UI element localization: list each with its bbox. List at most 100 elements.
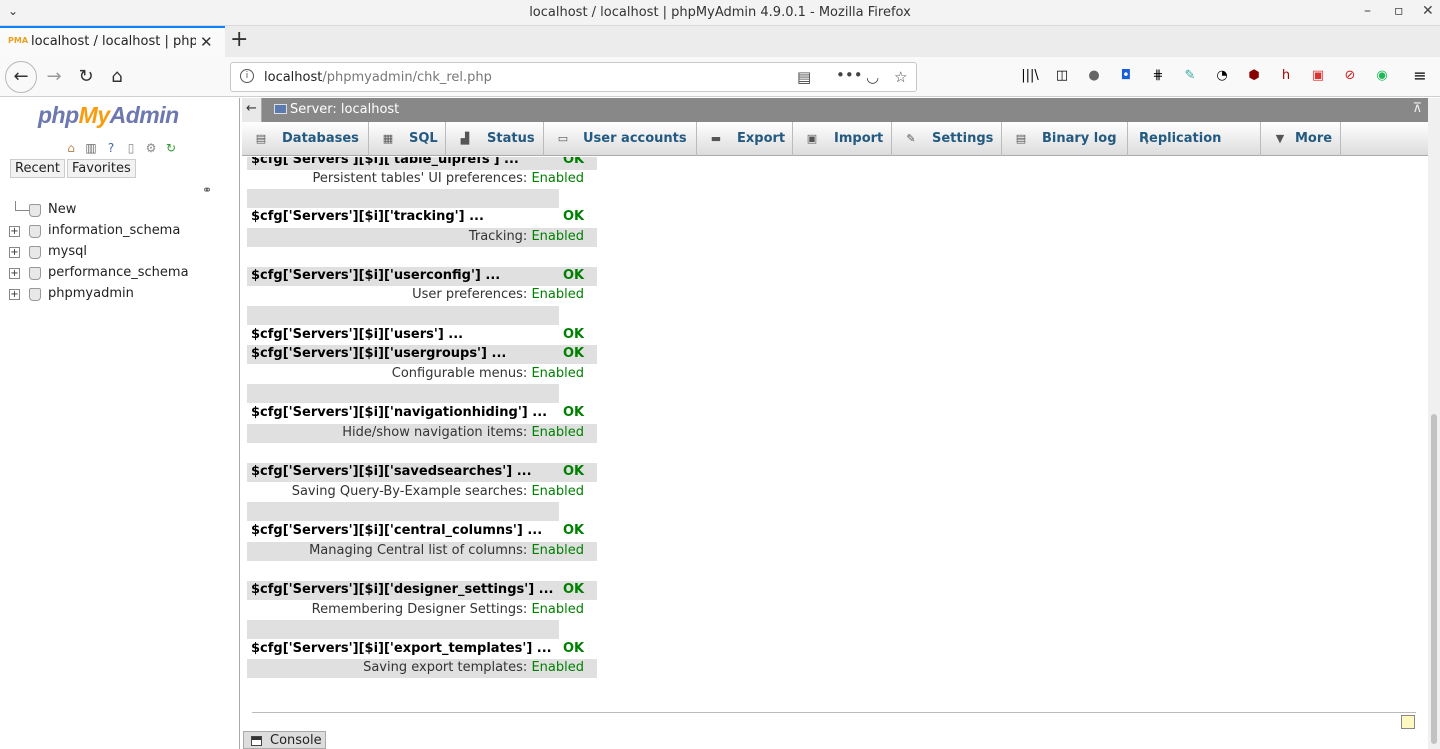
phpmyadmin-logo[interactable]: phpMyAdmin (38, 102, 179, 129)
feature-description: Remembering Designer Settings: Enabled (311, 602, 584, 617)
scrollbar-thumb[interactable] (1431, 414, 1437, 744)
hamburger-menu-icon[interactable]: ≡ (1411, 67, 1429, 85)
forward-icon[interactable]: → (40, 63, 68, 91)
new-tab-button[interactable]: + (230, 27, 248, 52)
reload-navigation-icon[interactable]: ↻ (163, 140, 179, 156)
close-window-icon[interactable]: ✕ (1422, 3, 1434, 19)
spacer-row (247, 384, 559, 403)
extension-grid-icon[interactable]: ⋕ (1149, 67, 1167, 85)
extension-gauge-icon[interactable]: ◔ (1213, 67, 1231, 85)
config-key: $cfg['Servers'][$i]['usergroups'] ... (251, 346, 507, 361)
status-icon: ▟ (460, 132, 470, 145)
tab-import[interactable]: ▣ Import (793, 122, 892, 156)
screenshot-icon[interactable]: ▣ (1309, 67, 1327, 85)
page-actions-more-icon[interactable]: ••• (836, 66, 863, 84)
tab-replication[interactable]: ¦ Replication (1128, 122, 1261, 156)
link-with-main-panel-icon[interactable]: ⚭ (202, 183, 212, 197)
feature-description: Saving Query-By-Example searches: Enable… (291, 484, 584, 499)
site-info-icon[interactable]: i (240, 69, 254, 83)
check-row: $cfg['Servers'][$i]['export_templates'] … (247, 640, 597, 659)
library-icon[interactable]: |||\ (1021, 67, 1039, 85)
expand-icon[interactable]: + (9, 268, 20, 279)
expand-icon[interactable]: + (9, 247, 20, 258)
ublock-icon[interactable]: ⬢ (1245, 67, 1263, 85)
check-description-row: Saving export templates: Enabled (247, 659, 597, 678)
tab-binary-log[interactable]: ▤ Binary log (1002, 122, 1128, 156)
grammarly-icon[interactable]: ◉ (1373, 67, 1391, 85)
reader-view-icon[interactable]: ▤ (797, 68, 811, 86)
favorite-tables-button[interactable]: Favorites (67, 159, 136, 178)
home-icon[interactable]: ⌂ (63, 140, 79, 156)
check-row: $cfg['Servers'][$i]['tracking'] ... OK (247, 208, 597, 227)
config-key: $cfg['Servers'][$i]['tracking'] ... (251, 209, 484, 224)
tab-more[interactable]: ▼ More (1261, 122, 1341, 156)
tree-item-label[interactable]: performance_schema (48, 265, 189, 280)
new-database-icon (29, 204, 41, 217)
database-icon (29, 267, 41, 280)
check-row: $cfg['Servers'][$i]['users'] ... OK (247, 326, 597, 345)
expand-icon[interactable]: + (9, 226, 20, 237)
tree-item-label[interactable]: phpmyadmin (48, 286, 134, 301)
check-row: $cfg['Servers'][$i]['central_columns'] .… (247, 522, 597, 541)
check-row: $cfg['Servers'][$i]['designer_settings']… (247, 581, 597, 600)
collapse-navigation-icon[interactable]: ← (242, 98, 262, 122)
reload-icon[interactable]: ↻ (72, 63, 100, 91)
check-description-row: Tracking: Enabled (247, 228, 597, 247)
extension-block-icon[interactable]: ⊘ (1341, 67, 1359, 85)
tree-item-label[interactable]: New (48, 202, 76, 217)
tab-sql[interactable]: ▦ SQL (369, 122, 446, 156)
config-key: $cfg['Servers'][$i]['central_columns'] .… (251, 523, 543, 538)
url-text[interactable]: localhost/phpmyadmin/chk_rel.php (264, 70, 492, 85)
collapse-topmenu-icon[interactable]: ⊼ (1412, 101, 1422, 116)
page-scrollbar[interactable] (1428, 98, 1440, 749)
tree-item-new[interactable]: New (0, 201, 240, 222)
browser-tab[interactable]: PMA localhost / localhost | phpMyAdmin ✕ (0, 26, 225, 57)
back-icon[interactable]: ← (5, 61, 37, 93)
bookmark-star-icon[interactable]: ☆ (894, 68, 907, 86)
config-key: $cfg['Servers'][$i]['table_uiprefs'] ... (251, 157, 519, 167)
server-icon (274, 104, 287, 114)
check-description-row: Managing Central list of columns: Enable… (247, 542, 597, 561)
recent-tables-button[interactable]: Recent (10, 159, 65, 178)
tab-settings[interactable]: ✎ Settings (892, 122, 1002, 156)
tab-user-accounts[interactable]: ▭ User accounts (544, 122, 697, 156)
home-icon[interactable]: ⌂ (103, 63, 131, 91)
tab-status[interactable]: ▟ Status (446, 122, 544, 156)
tree-item-performance-schema[interactable]: + performance_schema (0, 264, 240, 285)
tree-connector (15, 201, 29, 211)
settings-gear-icon[interactable]: ⚙ (143, 140, 159, 156)
tree-item-label[interactable]: mysql (48, 244, 87, 259)
tree-item-label[interactable]: information_schema (48, 223, 180, 238)
check-description-row: Remembering Designer Settings: Enabled (247, 601, 597, 620)
export-icon: ▬ (710, 132, 722, 145)
tab-close-icon[interactable]: ✕ (200, 33, 213, 51)
expand-icon[interactable]: + (9, 289, 20, 300)
tab-databases[interactable]: ▤ Databases (242, 122, 369, 156)
minimize-icon[interactable]: – (1364, 3, 1371, 19)
pma-favicon-icon: PMA (8, 36, 29, 45)
extension-h-icon[interactable]: h (1277, 67, 1295, 85)
import-icon: ▣ (806, 132, 818, 145)
divider (252, 712, 1416, 713)
bitwarden-icon[interactable]: ◘ (1117, 67, 1135, 85)
pocket-icon[interactable]: ◡ (866, 68, 879, 86)
tree-item-phpmyadmin[interactable]: + phpmyadmin (0, 285, 240, 306)
help-icon[interactable]: ? (103, 140, 119, 156)
extension-pen-icon[interactable]: ✎ (1181, 67, 1199, 85)
status-ok: OK (563, 268, 585, 283)
tree-item-mysql[interactable]: + mysql (0, 243, 240, 264)
docs-icon[interactable]: ▯ (123, 140, 139, 156)
users-icon: ▭ (557, 132, 569, 145)
breadcrumb-server[interactable]: Server: localhost (274, 102, 399, 117)
status-ok: OK (563, 464, 585, 479)
tab-export[interactable]: ▬ Export (697, 122, 793, 156)
url-bar[interactable]: i localhost/phpmyadmin/chk_rel.php ▤ •••… (230, 62, 917, 92)
status-ok: OK (563, 582, 585, 597)
logout-icon[interactable]: ▥ (83, 140, 99, 156)
console-button[interactable]: Console (243, 731, 326, 749)
notes-icon[interactable] (1401, 715, 1415, 729)
maximize-icon[interactable]: ▫ (1394, 3, 1404, 19)
sidebar-icon[interactable]: ◫ (1053, 67, 1071, 85)
tree-item-information-schema[interactable]: + information_schema (0, 222, 240, 243)
extension-globe-icon[interactable]: ● (1085, 67, 1103, 85)
